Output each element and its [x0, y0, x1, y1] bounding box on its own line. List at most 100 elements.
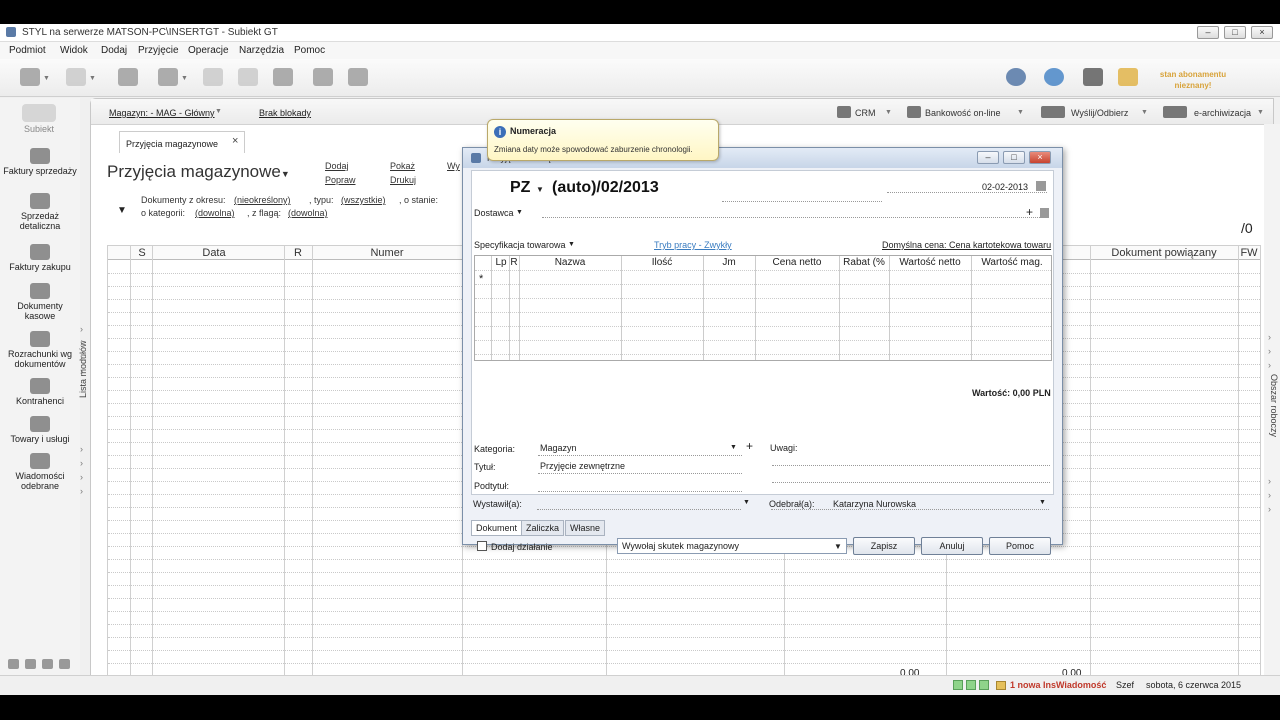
- chevron-right-icon[interactable]: ›: [80, 324, 83, 334]
- sidebar-item-rozrachunki[interactable]: Rozrachunki wg dokumentów: [2, 331, 78, 369]
- online-banking-button[interactable]: Bankowość on-line: [925, 108, 1001, 118]
- chevron-down-icon[interactable]: ▼: [89, 75, 96, 82]
- shield-icon[interactable]: [1118, 68, 1138, 86]
- title-field[interactable]: Przyjęcie zewnętrzne: [540, 461, 625, 471]
- chevron-down-icon[interactable]: ▼: [215, 108, 222, 115]
- col-r[interactable]: R: [286, 247, 310, 259]
- category-select[interactable]: (dowolna): [195, 208, 235, 218]
- e-archive-button[interactable]: e-archiwizacja: [1194, 108, 1251, 118]
- chevron-down-icon[interactable]: ▼: [181, 75, 188, 82]
- tab-wlasne[interactable]: Własne: [565, 520, 606, 536]
- filter-expand-icon[interactable]: ▼: [117, 205, 127, 216]
- chevron-right-icon[interactable]: ›: [80, 486, 83, 496]
- subtitle-field[interactable]: [538, 491, 742, 492]
- spec-label[interactable]: Specyfikacja towarowa: [474, 240, 566, 250]
- add-action-label[interactable]: Dodaj działanie: [491, 542, 553, 552]
- tag-icon[interactable]: [203, 68, 223, 86]
- chevron-right-icon[interactable]: ›: [80, 458, 83, 468]
- export-icon[interactable]: [348, 68, 368, 86]
- col-s[interactable]: S: [132, 247, 152, 259]
- sidebar-item-kontrahenci[interactable]: Kontrahenci: [2, 378, 78, 406]
- ins-messages[interactable]: 1 nowa InsWiadomość: [1010, 680, 1106, 690]
- pokaz-link[interactable]: Pokaż: [390, 161, 415, 171]
- chevron-right-icon[interactable]: ›: [1268, 346, 1271, 356]
- dodaj-link[interactable]: Dodaj: [325, 161, 349, 171]
- help-button[interactable]: Pomoc: [989, 537, 1051, 555]
- chevron-right-icon[interactable]: ›: [1268, 490, 1271, 500]
- menu-pomoc[interactable]: Pomoc: [294, 45, 325, 56]
- add-action-checkbox[interactable]: [477, 541, 487, 551]
- col-lp[interactable]: Lp: [493, 257, 509, 268]
- effect-select[interactable]: Wywołaj skutek magazynowy ▼: [617, 538, 847, 554]
- chevron-right-icon[interactable]: ›: [80, 352, 83, 362]
- minimize-button[interactable]: –: [1197, 26, 1219, 39]
- items-table[interactable]: Lp R Nazwa Ilość Jm Cena netto Rabat (% …: [474, 255, 1052, 361]
- col-rabat[interactable]: Rabat (%: [839, 257, 889, 268]
- type-select[interactable]: (wszystkie): [341, 195, 386, 205]
- sidebar-item-sprzedaz-detaliczna[interactable]: Sprzedaż detaliczna: [2, 193, 78, 231]
- tool-icon[interactable]: [42, 659, 53, 669]
- tool-icon[interactable]: [59, 659, 70, 669]
- doc-date[interactable]: 02-02-2013: [982, 182, 1028, 192]
- save-button[interactable]: Zapisz: [853, 537, 915, 555]
- globe-icon[interactable]: [238, 68, 258, 86]
- menu-dodaj[interactable]: Dodaj: [101, 45, 127, 56]
- close-button[interactable]: ×: [1251, 26, 1273, 39]
- dialog-minimize-button[interactable]: –: [977, 151, 999, 164]
- chevron-right-icon[interactable]: ›: [1268, 360, 1271, 370]
- warehouse-select[interactable]: Magazyn: - MAG - Główny: [109, 108, 215, 118]
- cube-icon[interactable]: [1083, 68, 1103, 86]
- dialog-close-button[interactable]: ×: [1029, 151, 1051, 164]
- tool-icon[interactable]: [8, 659, 19, 669]
- received-by-field[interactable]: Katarzyna Nurowska: [833, 499, 916, 509]
- drukuj-link[interactable]: Drukuj: [390, 175, 416, 185]
- supplier-label[interactable]: Dostawca: [474, 208, 514, 218]
- sidebar-item-faktury-sprzedazy[interactable]: Faktury sprzedaży: [2, 148, 78, 176]
- col-dokument-powiazany[interactable]: Dokument powiązany: [1090, 247, 1238, 259]
- chevron-down-icon[interactable]: ▼: [1017, 109, 1024, 116]
- chevron-down-icon[interactable]: ▼: [281, 169, 290, 179]
- lock-status-link[interactable]: Brak blokady: [259, 108, 311, 118]
- tab-zaliczka[interactable]: Zaliczka: [521, 520, 565, 536]
- chevron-right-icon[interactable]: ›: [1268, 332, 1271, 342]
- tab-dokument[interactable]: Dokument: [471, 520, 523, 536]
- col-data[interactable]: Data: [154, 247, 274, 259]
- refresh-icon[interactable]: [1006, 68, 1026, 86]
- chevron-down-icon[interactable]: ▼: [568, 241, 575, 248]
- menu-widok[interactable]: Widok: [60, 45, 88, 56]
- col-ilosc[interactable]: Ilość: [621, 257, 703, 268]
- col-r[interactable]: R: [509, 257, 519, 268]
- notes-field[interactable]: [772, 465, 1050, 466]
- crm-button[interactable]: CRM: [855, 108, 876, 118]
- col-nazwa[interactable]: Nazwa: [519, 257, 621, 268]
- wy-link[interactable]: Wy: [447, 161, 460, 171]
- chevron-right-icon[interactable]: ›: [80, 366, 83, 376]
- chevron-down-icon[interactable]: ▼: [43, 75, 50, 82]
- doc-number[interactable]: (auto)/02/2013: [552, 179, 659, 197]
- chevron-down-icon[interactable]: ▼: [730, 444, 737, 451]
- chevron-down-icon[interactable]: ▼: [516, 209, 523, 216]
- col-wartosc-mag[interactable]: Wartość mag.: [971, 257, 1053, 268]
- supplier-field[interactable]: [542, 217, 1042, 218]
- menu-przyjecie[interactable]: Przyjęcie: [138, 45, 179, 56]
- tool-icon[interactable]: [25, 659, 36, 669]
- chevron-down-icon[interactable]: ▼: [1257, 109, 1264, 116]
- doc-type[interactable]: PZ: [510, 179, 530, 197]
- col-wartosc-netto[interactable]: Wartość netto: [889, 257, 971, 268]
- cancel-button[interactable]: Anuluj: [921, 537, 983, 555]
- mail-icon[interactable]: [66, 68, 86, 86]
- issued-by-field[interactable]: [537, 509, 741, 510]
- chevron-right-icon[interactable]: ›: [80, 472, 83, 482]
- chevron-right-icon[interactable]: ›: [1268, 504, 1271, 514]
- tab-close-button[interactable]: ×: [232, 135, 238, 147]
- col-jm[interactable]: Jm: [703, 257, 755, 268]
- sidebar-item-towary[interactable]: Towary i usługi: [2, 416, 78, 444]
- category-field[interactable]: Magazyn: [540, 443, 577, 453]
- col-cena-netto[interactable]: Cena netto: [755, 257, 839, 268]
- printer-icon[interactable]: [273, 68, 293, 86]
- list-icon[interactable]: [1040, 208, 1049, 218]
- notes-field[interactable]: [772, 482, 1050, 483]
- menu-narzedzia[interactable]: Narzędzia: [239, 45, 284, 56]
- workspace-label[interactable]: Obszar roboczy: [1269, 374, 1279, 437]
- chevron-right-icon[interactable]: ›: [80, 444, 83, 454]
